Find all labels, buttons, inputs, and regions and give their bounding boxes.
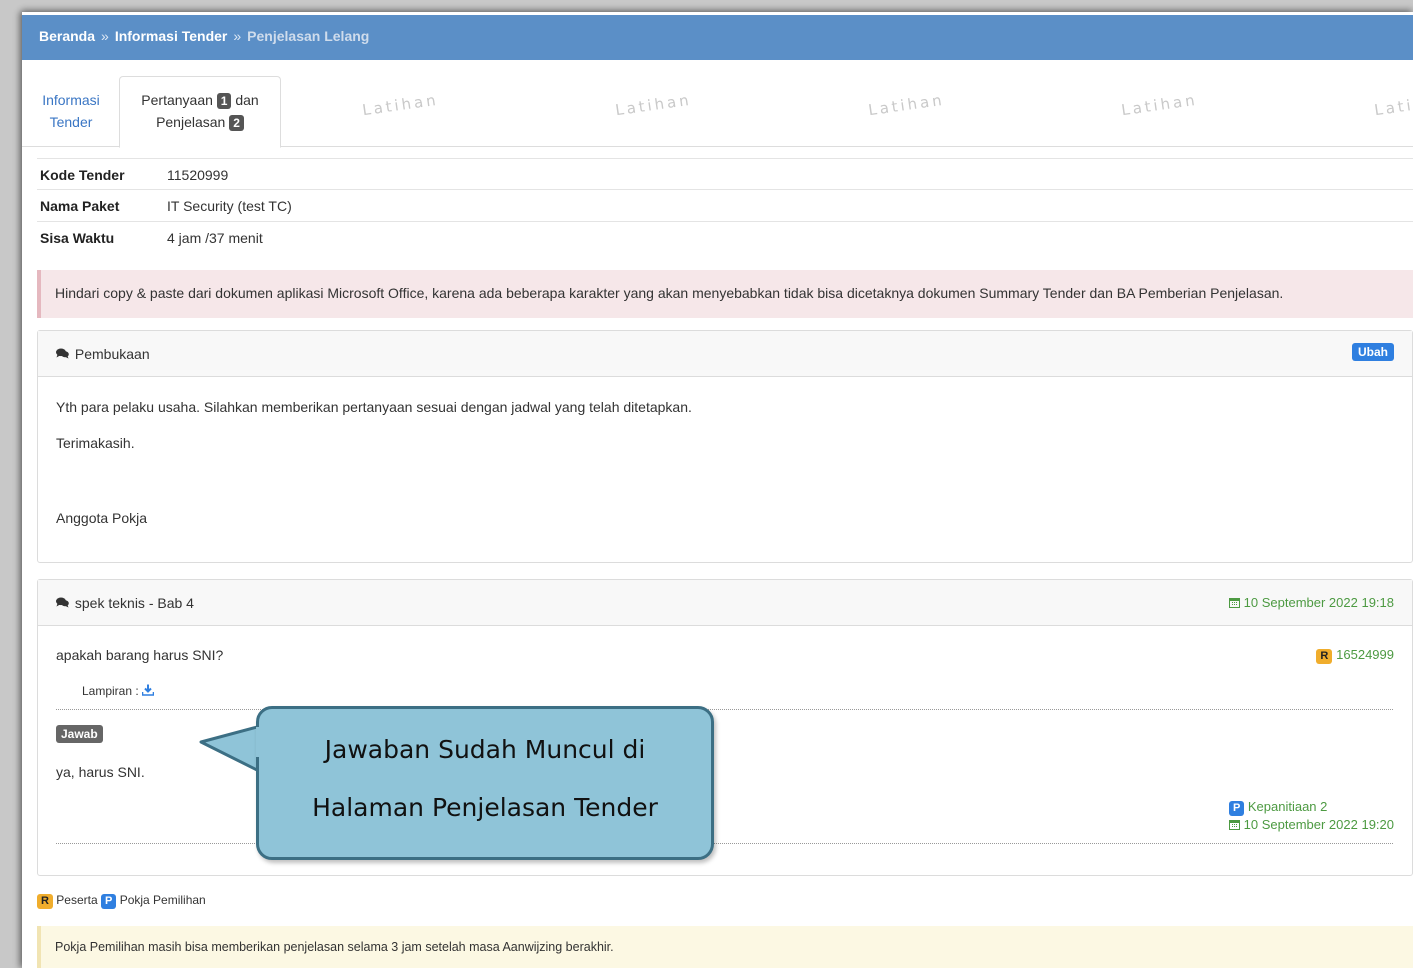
breadcrumb-separator: » (233, 28, 242, 44)
table-row: Sisa Waktu 4 jam /37 menit (37, 222, 1413, 254)
attachment-row: Lampiran : (82, 684, 155, 698)
nama-paket-value: IT Security (test TC) (167, 198, 292, 214)
tender-info-table: Kode Tender 11520999 Nama Paket IT Secur… (37, 158, 1413, 254)
breadcrumb-separator: » (101, 28, 109, 44)
tab-label: Penjelasan (156, 114, 226, 130)
kode-tender-label: Kode Tender (40, 167, 125, 183)
browser-frame: Beranda » Informasi Tender » Penjelasan Lela… (22, 12, 1413, 968)
answer-date-text: 10 September 2022 19:20 (1243, 817, 1394, 832)
callout-text: Halaman Penjelasan Tender (312, 793, 658, 822)
question-count-badge: 1 (216, 93, 232, 109)
comments-icon (56, 597, 71, 611)
tab-label: Tender (49, 114, 93, 130)
peserta-badge: R (37, 894, 53, 909)
divider (56, 709, 1393, 710)
tab-label: Pertanyaan (141, 92, 213, 108)
question-text: apakah barang harus SNI? (56, 647, 224, 663)
answer-count-badge: 2 (229, 115, 244, 131)
breadcrumb: Beranda » Informasi Tender » Penjelasan Lela… (22, 15, 1413, 60)
answer-author: P Kepanitiaan 2 10 September 2022 19:20 (1229, 798, 1394, 834)
breadcrumb-current: Penjelasan Lelang (247, 28, 370, 44)
edit-button[interactable]: Ubah (1352, 343, 1394, 361)
callout-text: Jawaban Sudah Muncul di (324, 735, 646, 764)
sisa-waktu-value: 4 jam /37 menit (167, 230, 263, 246)
pembukaan-panel: Pembukaan Ubah Yth para pelaku usaha. Si… (37, 330, 1413, 563)
answer-date: 10 September 2022 19:20 (1229, 816, 1394, 834)
copy-paste-warning: Hindari copy & paste dari dokumen aplika… (37, 270, 1413, 318)
panel-heading: spek teknis - Bab 4 10 September 2022 19… (38, 580, 1412, 626)
comments-icon (56, 348, 71, 362)
tab-pertanyaan-penjelasan[interactable]: Pertanyaan 1 dan Penjelasan 2 (119, 76, 281, 148)
table-row: Kode Tender 11520999 (37, 158, 1413, 190)
breadcrumb-informasi-tender[interactable]: Informasi Tender (115, 28, 228, 44)
kode-tender-value: 11520999 (167, 167, 229, 183)
question-title: spek teknis - Bab 4 (74, 595, 194, 611)
pokja-badge: P (1229, 801, 1245, 816)
breadcrumb-home[interactable]: Beranda (39, 28, 95, 44)
callout-pointer-cover (256, 727, 266, 757)
callout-pointer (199, 724, 261, 774)
pembukaan-text: Terimakasih. (56, 435, 135, 451)
answer-header: Jawab (56, 725, 103, 743)
question-author: R 16524999 (1316, 646, 1394, 664)
nama-paket-label: Nama Paket (40, 198, 120, 214)
calendar-icon (1229, 595, 1244, 610)
panel-title: Pembukaan (74, 346, 150, 362)
legend-label: Peserta (56, 893, 98, 907)
pembukaan-signature: Anggota Pokja (56, 510, 148, 526)
callout-annotation: Jawaban Sudah Muncul di Halaman Penjelas… (256, 706, 714, 860)
question-date: 10 September 2022 19:18 (1229, 595, 1394, 610)
tab-label: Informasi (42, 92, 100, 108)
question-date-text: 10 September 2022 19:18 (1243, 595, 1394, 610)
answer-author-name: Kepanitiaan 2 (1247, 799, 1328, 814)
sisa-waktu-label: Sisa Waktu (40, 230, 115, 246)
panel-heading: Pembukaan Ubah (38, 331, 1412, 377)
answer-text: ya, harus SNI. (56, 764, 145, 780)
pembukaan-text: Yth para pelaku usaha. Silahkan memberik… (56, 399, 692, 415)
jawab-badge: Jawab (56, 725, 103, 743)
peserta-badge: R (1316, 649, 1333, 664)
aanwijzing-info: Pokja Pemilihan masih bisa memberikan pe… (37, 926, 1413, 968)
download-icon[interactable] (141, 684, 155, 698)
question-author-id[interactable]: 16524999 (1336, 647, 1394, 662)
legend-label: Pokja Pemilihan (119, 893, 206, 907)
tab-label: dan (235, 92, 259, 108)
table-row: Nama Paket IT Security (test TC) (37, 190, 1413, 222)
pokja-badge: P (101, 894, 117, 909)
tab-informasi-tender[interactable]: Informasi Tender (32, 89, 110, 133)
calendar-icon (1229, 817, 1244, 832)
role-legend: R Peserta P Pokja Pemilihan (37, 893, 206, 909)
attachment-label: Lampiran : (82, 684, 139, 698)
